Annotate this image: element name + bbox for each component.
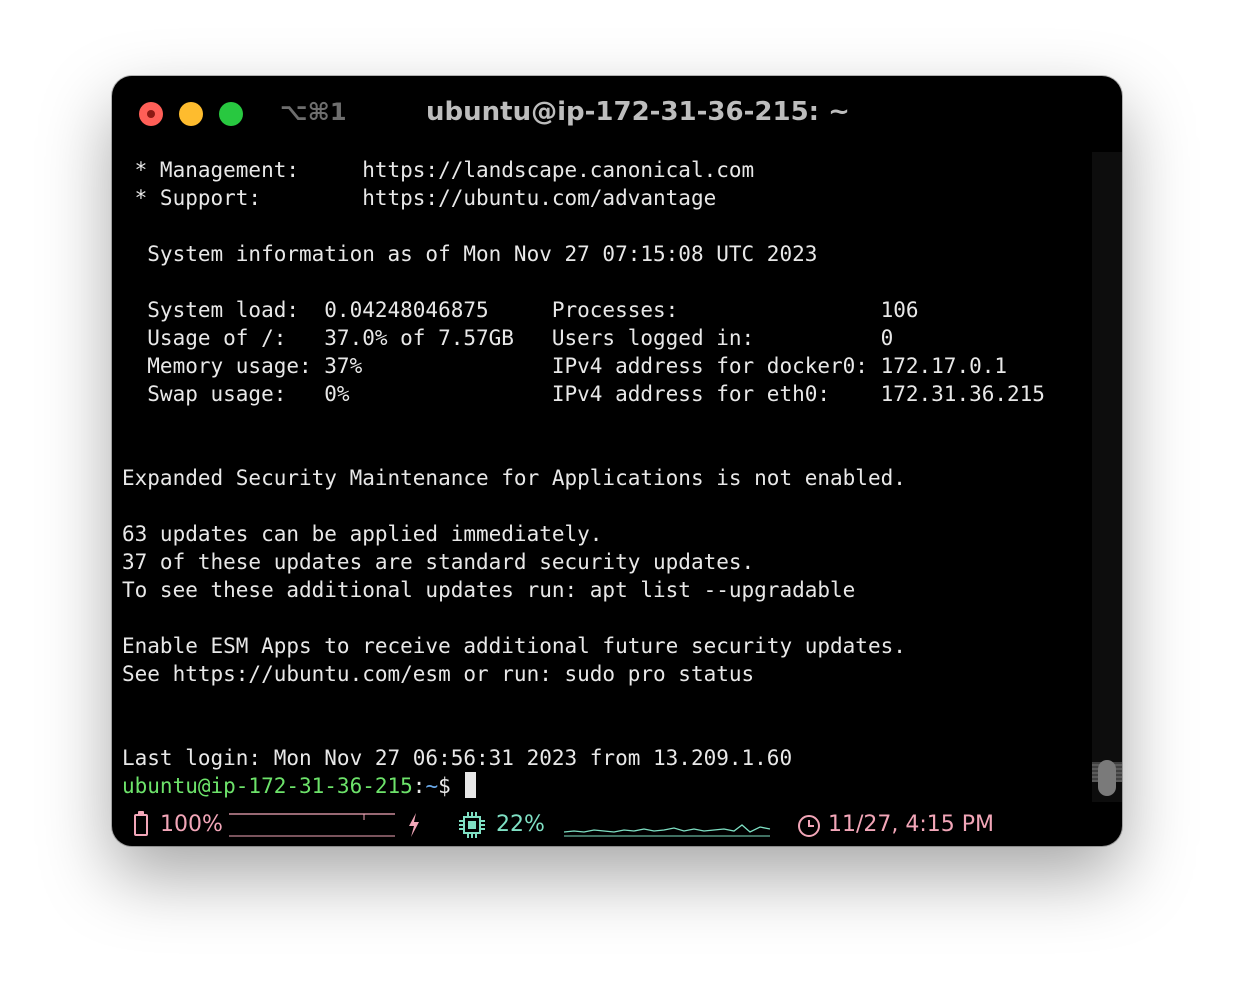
terminal-line: Swap usage: 0% IPv4 address for eth0: 17…: [122, 382, 1045, 406]
tab-shortcut-label: ⌥⌘1: [280, 98, 347, 126]
terminal-line: Enable ESM Apps to receive additional fu…: [122, 634, 906, 658]
terminal-line: 63 updates can be applied immediately.: [122, 522, 603, 546]
prompt-line[interactable]: ubuntu@ip-172-31-36-215:~$: [122, 772, 1092, 800]
prompt-separator: :: [412, 774, 426, 798]
battery-percent: 100%: [160, 812, 223, 837]
terminal-line: System information as of Mon Nov 27 07:1…: [122, 242, 818, 266]
zoom-button[interactable]: [219, 102, 243, 126]
terminal-line: To see these additional updates run: apt…: [122, 578, 856, 602]
minimize-button[interactable]: [179, 102, 203, 126]
terminal-line: Memory usage: 37% IPv4 address for docke…: [122, 354, 1008, 378]
cpu-percent: 22%: [496, 812, 545, 837]
terminal-line: System load: 0.04248046875 Processes: 10…: [122, 298, 919, 322]
terminal-line: 37 of these updates are standard securit…: [122, 550, 755, 574]
terminal-line: See https://ubuntu.com/esm or run: sudo …: [122, 662, 755, 686]
lightning-icon: [409, 813, 419, 837]
terminal-window: ⌥⌘1 ubuntu@ip-172-31-36-215: ~ * Managem…: [112, 76, 1122, 846]
cpu-sparkline: [564, 824, 771, 837]
status-bar: 100% 22% 11/27, 4:15 PM: [112, 806, 1122, 846]
terminal-line: * Support: https://ubuntu.com/advantage: [122, 186, 717, 210]
terminal-line: Expanded Security Maintenance for Applic…: [122, 466, 906, 490]
clock-icon: [798, 815, 820, 837]
terminal-line: Usage of /: 37.0% of 7.57GB Users logged…: [122, 326, 894, 350]
scrollbar-thumb[interactable]: [1098, 760, 1116, 796]
terminal-line: * Management: https://landscape.canonica…: [122, 158, 755, 182]
cpu-chip-icon: [459, 812, 485, 838]
prompt-symbol: $: [438, 774, 464, 798]
prompt-user-host: ubuntu@ip-172-31-36-215: [122, 774, 413, 798]
prompt-path: ~: [425, 774, 439, 798]
battery-sparkline: [229, 813, 395, 837]
terminal-output[interactable]: * Management: https://landscape.canonica…: [122, 156, 1092, 806]
text-cursor: [465, 772, 477, 798]
datetime: 11/27, 4:15 PM: [828, 812, 995, 837]
scrollbar[interactable]: [1092, 152, 1122, 802]
title-bar[interactable]: ⌥⌘1 ubuntu@ip-172-31-36-215: ~: [112, 76, 1122, 152]
window-title: ubuntu@ip-172-31-36-215: ~: [426, 97, 850, 127]
close-button[interactable]: [139, 102, 163, 126]
battery-icon: [134, 811, 148, 836]
terminal-line: Last login: Mon Nov 27 06:56:31 2023 fro…: [122, 746, 793, 770]
